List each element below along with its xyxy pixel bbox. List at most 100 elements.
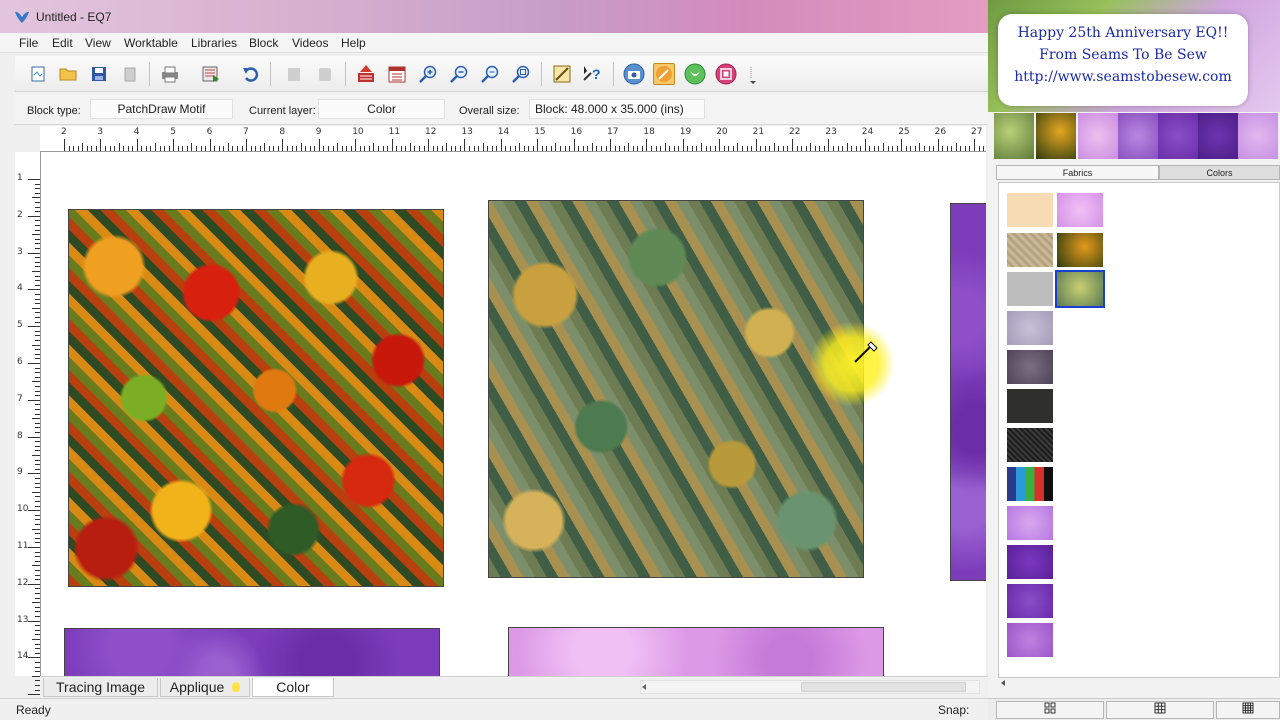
- recent-fabric-swatch[interactable]: [994, 113, 1034, 159]
- menu-edit[interactable]: Edit: [52, 36, 73, 50]
- fabric-swatch[interactable]: [1007, 350, 1053, 384]
- scroll-left-icon[interactable]: [639, 682, 649, 692]
- snap-label: Snap:: [938, 703, 970, 717]
- palette-tabs: Fabrics Colors: [996, 165, 1280, 180]
- edit-block-icon[interactable]: [551, 63, 573, 85]
- menu-libraries[interactable]: Libraries: [191, 36, 237, 50]
- fabric-swatch[interactable]: [1007, 428, 1053, 462]
- toolbar-separator: [270, 62, 271, 86]
- horizontal-scrollbar[interactable]: [640, 680, 980, 694]
- purple-strip-left[interactable]: [64, 628, 440, 676]
- tab-color[interactable]: Color: [252, 678, 334, 697]
- menu-help[interactable]: Help: [341, 36, 366, 50]
- fabric-swatch[interactable]: [1007, 506, 1053, 540]
- ruler-v-label: 1: [17, 173, 23, 183]
- paintbrush-icon[interactable]: [653, 63, 675, 85]
- ruler-h-label: 2: [61, 127, 67, 137]
- menu-videos[interactable]: Videos: [292, 36, 328, 50]
- recent-fabric-swatch[interactable]: [1078, 113, 1118, 159]
- toolbar-overflow-icon[interactable]: [748, 63, 758, 85]
- sketchbook-icon[interactable]: [386, 63, 408, 85]
- fabric-swatch[interactable]: [1007, 623, 1053, 657]
- new-file-icon[interactable]: [27, 63, 49, 85]
- fabric-swatch[interactable]: [1057, 233, 1103, 267]
- toolbar-separator: [149, 62, 150, 86]
- purple-border-patch[interactable]: [950, 203, 986, 581]
- copy-icon[interactable]: [283, 63, 305, 85]
- help-icon[interactable]: ?: [582, 63, 604, 85]
- ruler-v-label: 4: [17, 283, 23, 294]
- zoom-out-icon[interactable]: [448, 63, 470, 85]
- fabric-swatch[interactable]: [1007, 272, 1053, 306]
- fabric-swatch-list[interactable]: [998, 182, 1280, 678]
- recent-fabric-swatch[interactable]: [1118, 113, 1158, 159]
- lilac-strip-right[interactable]: [508, 627, 884, 676]
- fabric-swatch[interactable]: [1007, 467, 1053, 501]
- recent-fabric-swatch[interactable]: [1158, 113, 1198, 159]
- fabric-swatch[interactable]: [1007, 584, 1053, 618]
- print-icon[interactable]: [159, 63, 181, 85]
- tab-fabrics[interactable]: Fabrics: [996, 165, 1159, 180]
- ruler-h-label: 6: [206, 127, 213, 137]
- fabric-swatch[interactable]: [1007, 233, 1053, 267]
- ruler-h-label: 23: [825, 127, 837, 137]
- fabric-swatch[interactable]: [1007, 311, 1053, 345]
- menu-block[interactable]: Block: [249, 36, 278, 50]
- fabric-swatch[interactable]: [1007, 389, 1053, 423]
- title-bar[interactable]: Untitled - EQ7: [0, 0, 988, 36]
- recent-fabric-swatch[interactable]: [1238, 113, 1278, 159]
- ruler-h-label: 4: [133, 127, 140, 137]
- worktable-canvas[interactable]: [41, 152, 986, 676]
- zoom-in-icon[interactable]: [417, 63, 439, 85]
- camera-icon[interactable]: [623, 63, 645, 85]
- ruler-h-label: 8: [279, 127, 286, 137]
- svg-text:?: ?: [592, 66, 601, 82]
- recent-fabric-swatch[interactable]: [1198, 113, 1238, 159]
- delete-icon[interactable]: [119, 63, 141, 85]
- autumn-trees-patch[interactable]: [68, 209, 444, 587]
- save-icon[interactable]: [88, 63, 110, 85]
- recent-fabrics-row: [994, 113, 1280, 159]
- menu-worktable[interactable]: Worktable: [124, 36, 178, 50]
- tab-applique[interactable]: Applique: [160, 678, 250, 697]
- eq7-window: Untitled - EQ7 File Edit View Worktable …: [0, 0, 988, 720]
- scroll-left-icon[interactable]: [998, 678, 1008, 688]
- ruler-v-label: 12: [17, 577, 29, 588]
- ruler-v-label: 5: [17, 320, 23, 331]
- ruler-v-label: 11: [17, 541, 29, 551]
- view-large-grid-button[interactable]: [996, 701, 1104, 719]
- window-title: Untitled - EQ7: [36, 10, 112, 24]
- current-layer-label: Current layer:: [249, 105, 316, 117]
- spraycan-icon[interactable]: [684, 63, 706, 85]
- ruler-h-label: 12: [425, 127, 437, 137]
- paintbrush-cursor-icon: [854, 341, 878, 363]
- fit-to-worktable-icon[interactable]: [510, 63, 532, 85]
- fabric-swatch[interactable]: [1057, 193, 1103, 227]
- tab-colors[interactable]: Colors: [1159, 165, 1280, 180]
- open-folder-icon[interactable]: [57, 63, 79, 85]
- zoom-refresh-icon[interactable]: [479, 63, 501, 85]
- paste-icon[interactable]: [314, 63, 336, 85]
- view-small-grid-button[interactable]: [1216, 701, 1280, 719]
- export-icon[interactable]: [200, 63, 222, 85]
- menu-file[interactable]: File: [19, 36, 38, 50]
- view-medium-grid-button[interactable]: [1106, 701, 1214, 719]
- block-type-label: Block type:: [27, 105, 81, 117]
- fabric-swatch[interactable]: [1007, 193, 1053, 227]
- scrollbar-thumb[interactable]: [801, 682, 966, 692]
- tab-applique-label: Applique: [169, 679, 225, 695]
- horizontal-ruler: 2 3 4 5 6 7 8 9 10 11 12 13 14 15 16 17 18 19 20 21 22 23 24 25…: [40, 126, 988, 152]
- swap-all-icon[interactable]: [715, 63, 737, 85]
- fabric-swatch[interactable]: [1007, 545, 1053, 579]
- status-text: Ready: [16, 703, 51, 717]
- add-to-sketchbook-icon[interactable]: [355, 63, 377, 85]
- ruler-h-label: 5: [170, 127, 176, 137]
- evergreen-trees-patch[interactable]: [488, 200, 864, 578]
- fabric-swatch-selected[interactable]: [1055, 270, 1105, 308]
- menu-view[interactable]: View: [85, 36, 111, 50]
- tab-tracing-image[interactable]: Tracing Image: [43, 678, 158, 697]
- recent-fabric-swatch[interactable]: [1036, 113, 1076, 159]
- ruler-h-label: 18: [643, 127, 655, 137]
- block-type-field: PatchDraw Motif: [90, 99, 233, 119]
- undo-icon[interactable]: [240, 63, 262, 85]
